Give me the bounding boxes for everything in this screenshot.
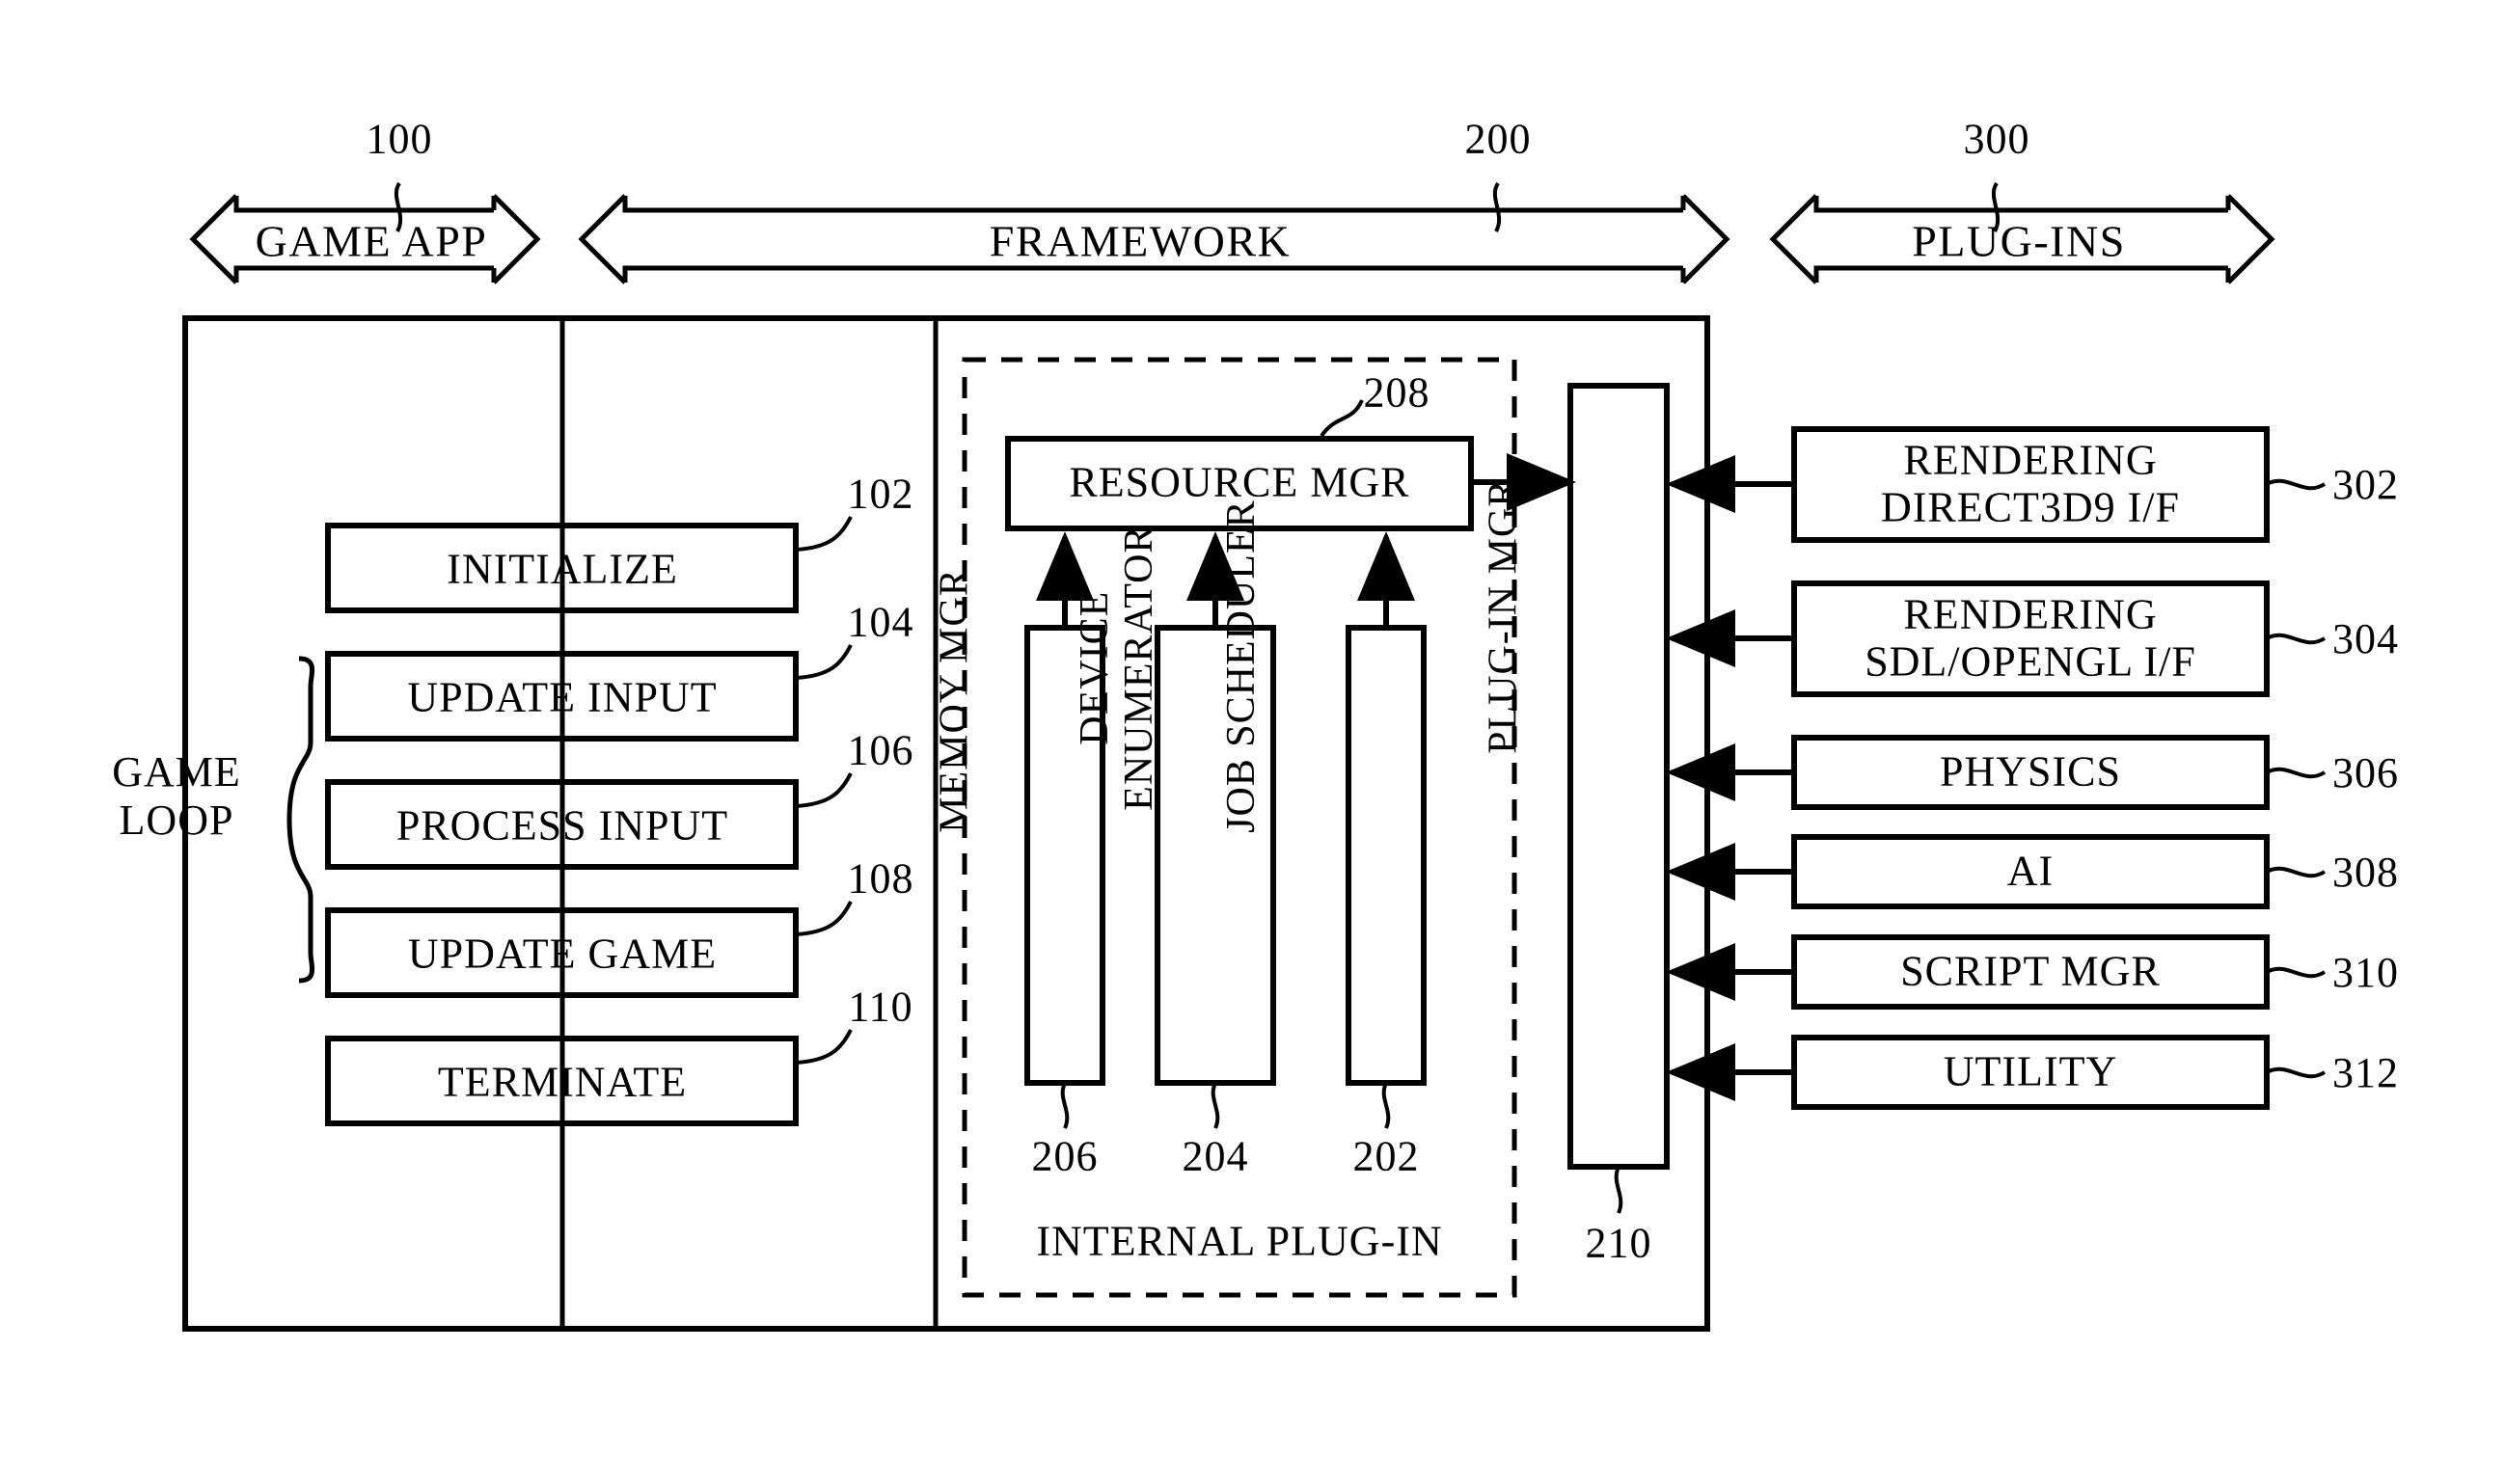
game-loop-label: GAME LOOP [112,748,241,845]
ref-300: 300 [1963,115,2030,163]
ref-308: 308 [2332,849,2399,896]
leader-104 [795,644,853,680]
ref-102: 102 [847,470,914,518]
ref-210: 210 [1585,1219,1652,1267]
ref-310: 310 [2332,949,2399,996]
ref-110: 110 [848,983,913,1031]
ref-312: 312 [2332,1049,2399,1096]
banner-label-framework: FRAMEWORK [989,216,1292,266]
leader-102 [795,516,853,552]
leader-204 [1211,1082,1220,1129]
label-update-game: UPDATE GAME [407,930,718,978]
leader-308 [2266,866,2327,878]
leader-312 [2266,1066,2327,1079]
leader-200 [1492,181,1502,232]
label-script-mgr: SCRIPT MGR [1900,947,2161,995]
label-initialize: INITIALIZE [447,545,678,593]
ref-202: 202 [1352,1132,1420,1180]
leader-106 [795,772,853,808]
box-plugin-mgr [1567,383,1670,1170]
label-rendering-direct3d9-line1: RENDERING [1903,436,2158,484]
label-internal-plugin: INTERNAL PLUG-IN [1036,1217,1443,1265]
diagram-canvas: 100 200 300 GAME APP FRAMEWORK PLUG-INS … [0,0,2505,1484]
label-ai: AI [2006,847,2055,895]
label-utility: UTILITY [1943,1047,2118,1095]
leader-108 [795,901,853,936]
leader-302 [2266,478,2327,491]
leader-110 [795,1029,853,1065]
ref-200: 200 [1464,115,1532,163]
game-loop-label-line1: GAME [112,747,241,796]
leader-202 [1381,1082,1391,1129]
ref-302: 302 [2332,461,2399,508]
label-rendering-direct3d9: RENDERING DIRECT3D9 I/F [1881,437,2180,532]
label-rendering-sdl-opengl-line1: RENDERING [1903,590,2158,638]
banner-label-game-app: GAME APP [255,216,488,266]
label-rendering-sdl-opengl: RENDERING SDL/OPENGL I/F [1865,591,2196,687]
ref-106: 106 [847,726,914,774]
ref-204: 204 [1182,1132,1249,1180]
ref-304: 304 [2332,615,2399,662]
ref-208: 208 [1363,368,1430,417]
ref-206: 206 [1031,1132,1099,1180]
ref-306: 306 [2332,749,2399,796]
game-loop-label-line2: LOOP [119,796,234,844]
label-device-enumerator: DEVICE ENUMERATOR [1073,526,1161,811]
leader-310 [2266,966,2327,979]
banner-label-plug-ins: PLUG-INS [1912,216,2126,266]
label-device-enumerator-line2: ENUMERATOR [1117,525,1162,811]
game-loop-brace [286,656,314,984]
label-rendering-sdl-opengl-line2: SDL/OPENGL I/F [1865,638,2196,686]
ref-104: 104 [847,598,914,646]
label-rendering-direct3d9-line2: DIRECT3D9 I/F [1881,484,2180,531]
label-update-input: UPDATE INPUT [407,673,718,721]
label-plugin-mgr: PLUG-IN MGR [1481,478,1526,754]
ref-100: 100 [366,115,433,163]
ref-108: 108 [847,854,914,903]
leader-206 [1060,1082,1070,1129]
box-job-scheduler [1346,625,1427,1086]
leader-304 [2266,633,2327,645]
leader-208 [1320,399,1364,438]
label-device-enumerator-line1: DEVICE [1072,590,1117,745]
label-resource-mgr: RESOURCE MGR [1069,458,1410,506]
label-job-scheduler: JOB SCHEDULER [1219,499,1265,833]
label-memoy-mgr: MEMOY MGR [932,568,977,833]
label-terminate: TERMINATE [437,1058,688,1106]
label-physics: PHYSICS [1940,747,2121,796]
leader-306 [2266,767,2327,779]
label-process-input: PROCESS INPUT [395,801,729,850]
leader-210 [1614,1166,1623,1214]
